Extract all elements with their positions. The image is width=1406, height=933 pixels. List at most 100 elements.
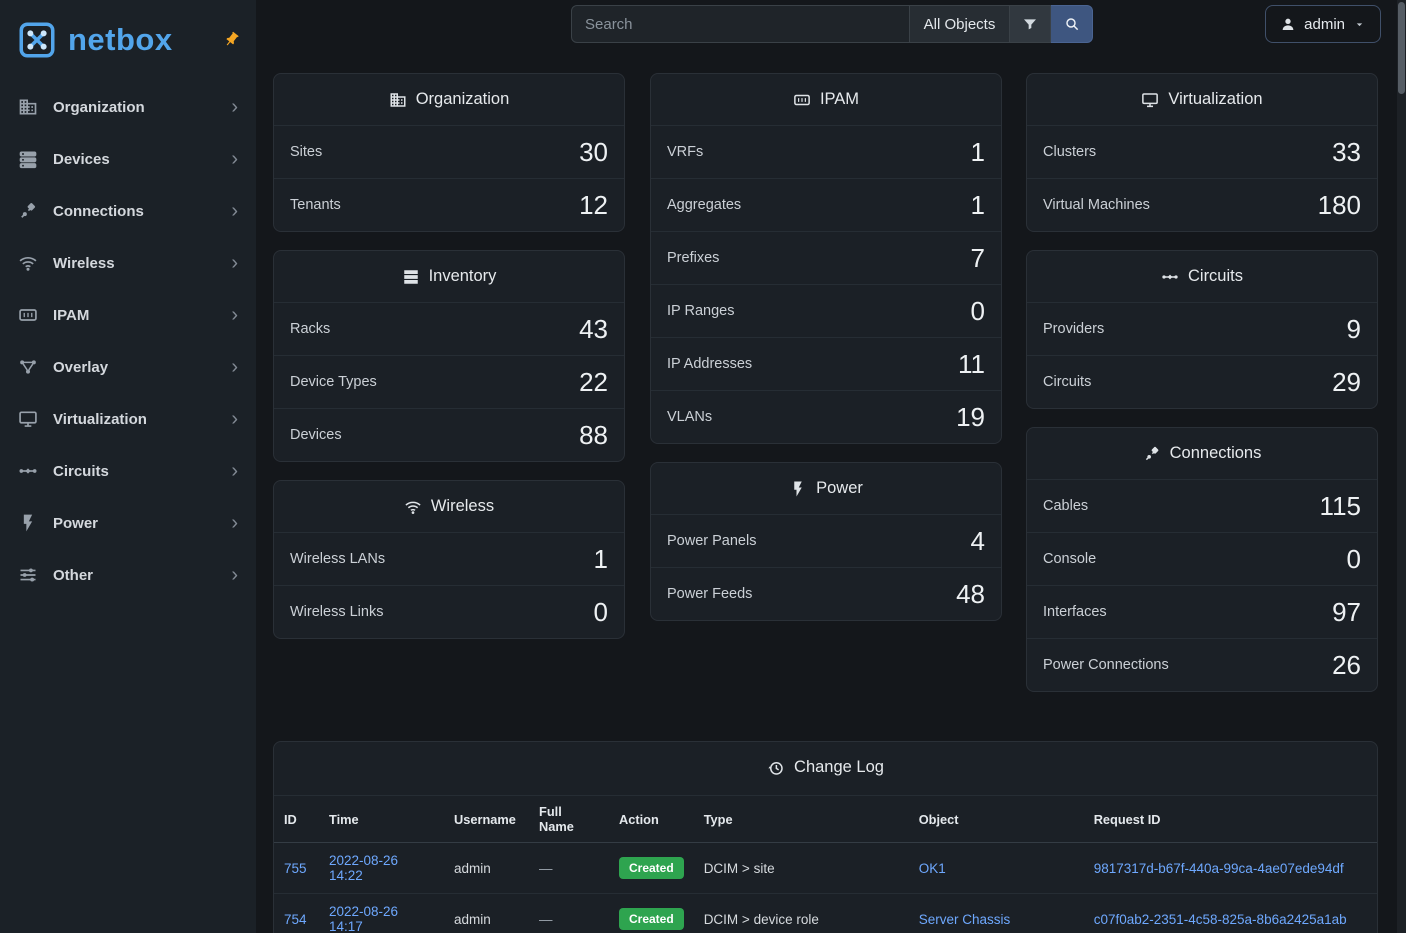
stat-row-circuits[interactable]: Circuits 29 (1027, 355, 1377, 408)
brand-name[interactable]: netbox (68, 22, 173, 58)
change-object-link[interactable]: Server Chassis (919, 912, 1011, 927)
sidebar-item-ipam[interactable]: IPAM › (0, 289, 256, 341)
change-id-link[interactable]: 754 (284, 912, 307, 927)
stat-row-cables[interactable]: Cables 115 (1027, 479, 1377, 532)
search-button[interactable] (1051, 5, 1093, 43)
column-header-full-name: Full Name (529, 796, 609, 843)
connections-icon (18, 201, 38, 221)
column-header-time: Time (319, 796, 444, 843)
stat-label: Prefixes (667, 250, 719, 266)
card-title: Organization (416, 90, 510, 109)
search-group: All Objects (571, 5, 1093, 43)
sidebar-item-other[interactable]: Other › (0, 549, 256, 601)
card-title: Connections (1170, 444, 1262, 463)
object-type-button[interactable]: All Objects (910, 5, 1010, 43)
chevron-right-icon: › (231, 201, 238, 221)
sidebar-item-connections[interactable]: Connections › (0, 185, 256, 237)
ipam-icon (793, 91, 811, 109)
building-icon (18, 97, 38, 117)
change-time-link[interactable]: 2022-08-26 14:17 (329, 904, 398, 933)
sidebar-item-label: Devices (53, 151, 110, 168)
change-username: admin (454, 861, 491, 876)
column-header-id: ID (274, 796, 319, 843)
connections-icon (1143, 445, 1161, 463)
stat-label: Power Connections (1043, 657, 1169, 673)
chevron-right-icon: › (231, 149, 238, 169)
change-username: admin (454, 912, 491, 927)
stat-label: Power Feeds (667, 586, 752, 602)
stat-row-clusters[interactable]: Clusters 33 (1027, 125, 1377, 178)
scrollbar-thumb[interactable] (1398, 2, 1405, 94)
change-id-link[interactable]: 755 (284, 861, 307, 876)
stat-row-racks[interactable]: Racks 43 (274, 302, 624, 355)
changelog-header: Change Log (274, 742, 1377, 793)
stat-row-power-connections[interactable]: Power Connections 26 (1027, 638, 1377, 691)
stat-row-vrfs[interactable]: VRFs 1 (651, 125, 1001, 178)
power-icon (18, 513, 38, 533)
sidebar-item-virtualization[interactable]: Virtualization › (0, 393, 256, 445)
stat-row-interfaces[interactable]: Interfaces 97 (1027, 585, 1377, 638)
filter-button[interactable] (1010, 5, 1051, 43)
user-menu-button[interactable]: admin (1265, 5, 1381, 43)
stat-row-virtual-machines[interactable]: Virtual Machines 180 (1027, 178, 1377, 231)
stat-label: Sites (290, 144, 322, 160)
stat-row-wireless-links[interactable]: Wireless Links 0 (274, 585, 624, 638)
inventory-icon (402, 268, 420, 286)
stat-row-vlans[interactable]: VLANs 19 (651, 390, 1001, 443)
search-input[interactable] (571, 5, 910, 43)
virtualization-icon (18, 409, 38, 429)
stat-row-ip-addresses[interactable]: IP Addresses 11 (651, 337, 1001, 390)
stat-label: Providers (1043, 321, 1104, 337)
sidebar-item-circuits[interactable]: Circuits › (0, 445, 256, 497)
stat-row-aggregates[interactable]: Aggregates 1 (651, 178, 1001, 231)
stat-row-ip-ranges[interactable]: IP Ranges 0 (651, 284, 1001, 337)
card-title: Circuits (1188, 267, 1243, 286)
stat-row-console[interactable]: Console 0 (1027, 532, 1377, 585)
chevron-right-icon: › (231, 513, 238, 533)
stat-value: 0 (971, 296, 985, 327)
change-request-id-link[interactable]: 9817317d-b67f-440a-99ca-4ae07ede94df (1094, 861, 1344, 876)
card-header: Connections (1027, 428, 1377, 479)
sidebar-item-label: Circuits (53, 463, 109, 480)
change-request-id-link[interactable]: c07f0ab2-2351-4c58-825a-8b6a2425a1ab (1094, 912, 1347, 927)
sidebar-item-label: Wireless (53, 255, 115, 272)
column-header-request-id: Request ID (1084, 796, 1377, 843)
stat-label: Wireless LANs (290, 551, 385, 567)
changelog-title: Change Log (794, 758, 884, 777)
sidebar-item-devices[interactable]: Devices › (0, 133, 256, 185)
stat-row-device-types[interactable]: Device Types 22 (274, 355, 624, 408)
stat-label: Circuits (1043, 374, 1091, 390)
stat-row-devices[interactable]: Devices 88 (274, 408, 624, 461)
stat-label: Tenants (290, 197, 341, 213)
sidebar-item-wireless[interactable]: Wireless › (0, 237, 256, 289)
stat-row-power-feeds[interactable]: Power Feeds 48 (651, 567, 1001, 620)
stat-value: 19 (956, 402, 985, 433)
stat-row-wireless-lans[interactable]: Wireless LANs 1 (274, 532, 624, 585)
vertical-scrollbar[interactable] (1397, 0, 1406, 933)
sidebar-item-organization[interactable]: Organization › (0, 81, 256, 133)
change-object-link[interactable]: OK1 (919, 861, 946, 876)
stat-row-sites[interactable]: Sites 30 (274, 125, 624, 178)
pin-sidebar-icon[interactable] (220, 28, 244, 52)
card-title: Virtualization (1168, 90, 1262, 109)
virtualization-icon (1141, 91, 1159, 109)
card-header: Wireless (274, 481, 624, 532)
sidebar-item-overlay[interactable]: Overlay › (0, 341, 256, 393)
sidebar-item-label: Overlay (53, 359, 108, 376)
stat-row-power-panels[interactable]: Power Panels 4 (651, 514, 1001, 567)
stat-label: Clusters (1043, 144, 1096, 160)
stat-label: Cables (1043, 498, 1088, 514)
stat-row-prefixes[interactable]: Prefixes 7 (651, 231, 1001, 284)
stat-value: 88 (579, 420, 608, 451)
stat-row-providers[interactable]: Providers 9 (1027, 302, 1377, 355)
building-icon (389, 91, 407, 109)
dashboard-column-1: Organization Sites 30 Tenants 12 Invento… (273, 73, 625, 657)
change-time-link[interactable]: 2022-08-26 14:22 (329, 853, 398, 883)
sidebar-item-power[interactable]: Power › (0, 497, 256, 549)
netbox-logo-icon[interactable] (16, 19, 58, 61)
chevron-right-icon: › (231, 357, 238, 377)
chevron-right-icon: › (231, 253, 238, 273)
stat-row-tenants[interactable]: Tenants 12 (274, 178, 624, 231)
stat-label: Racks (290, 321, 330, 337)
brand: netbox (0, 0, 256, 79)
